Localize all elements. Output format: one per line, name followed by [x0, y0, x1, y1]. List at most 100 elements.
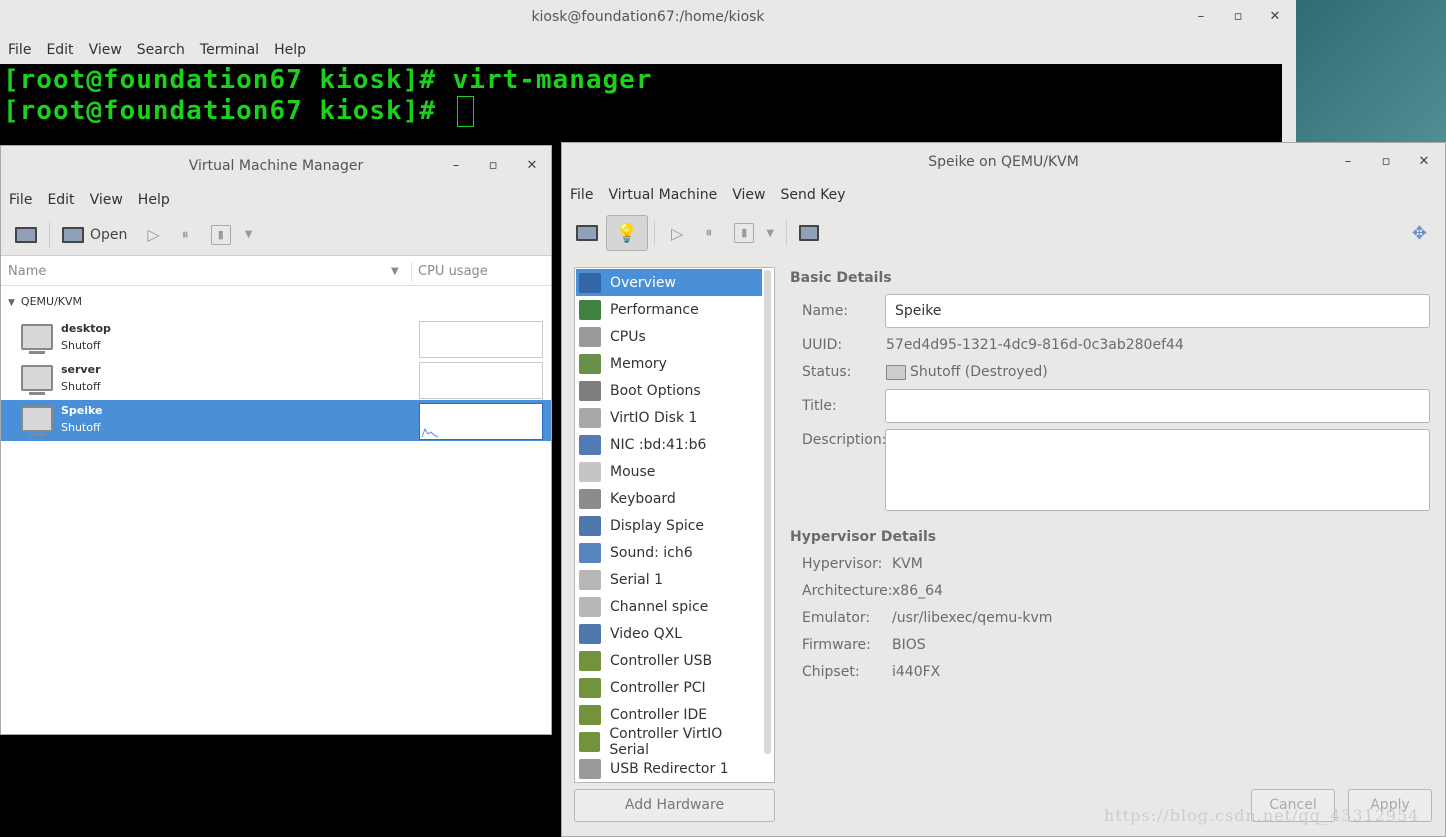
- name-field[interactable]: Speike: [885, 294, 1430, 328]
- hypervisor-field-label: Chipset:: [802, 664, 860, 680]
- maximize-icon[interactable]: ▫: [482, 146, 504, 186]
- hardware-item-video-qxl[interactable]: Video QXL: [576, 620, 762, 647]
- hardware-label: Controller VirtIO Serial: [609, 725, 723, 758]
- minimize-icon[interactable]: –: [445, 146, 467, 186]
- hardware-item-channel-spice[interactable]: Channel spice: [576, 593, 762, 620]
- column-name[interactable]: Name: [8, 258, 46, 286]
- title-field[interactable]: [885, 389, 1430, 423]
- add-hardware-button[interactable]: Add Hardware: [574, 789, 775, 822]
- hardware-item-keyboard[interactable]: Keyboard: [576, 485, 762, 512]
- menu-help[interactable]: Help: [274, 42, 306, 58]
- run-button[interactable]: ▷: [141, 220, 165, 250]
- details-button[interactable]: 💡: [606, 215, 648, 251]
- description-field[interactable]: [885, 429, 1430, 511]
- vm-row-selected[interactable]: Speike Shutoff: [1, 400, 551, 441]
- pause-button[interactable]: ⏸: [699, 218, 718, 248]
- chevron-down-icon: ▼: [244, 229, 253, 240]
- close-icon[interactable]: ✕: [521, 146, 543, 186]
- vm-row[interactable]: server Shutoff: [1, 359, 551, 400]
- hardware-item-controller-usb[interactable]: Controller USB: [576, 647, 762, 674]
- terminal-prompt: [root@foundation67 kiosk]#: [3, 96, 453, 126]
- hardware-icon: [579, 434, 601, 455]
- title-label: Title:: [802, 398, 837, 414]
- fullscreen-button[interactable]: ✥: [1406, 218, 1433, 248]
- shutdown-button[interactable]: ▮: [728, 218, 760, 248]
- close-icon[interactable]: ✕: [1264, 0, 1286, 34]
- vm-row[interactable]: desktop Shutoff: [1, 318, 551, 359]
- sort-chevron-icon[interactable]: ▼: [391, 258, 399, 286]
- details-title: Speike on QEMU/KVM: [562, 143, 1445, 181]
- hardware-item-mouse[interactable]: Mouse: [576, 458, 762, 485]
- menu-file[interactable]: File: [570, 187, 593, 203]
- hardware-icon: [579, 488, 601, 509]
- monitor-icon: [62, 226, 84, 243]
- open-button[interactable]: Open: [56, 220, 133, 250]
- hardware-item-controller-pci[interactable]: Controller PCI: [576, 674, 762, 701]
- hypervisor-field-value: /usr/libexec/qemu-kvm: [892, 610, 1053, 626]
- maximize-icon[interactable]: ▫: [1375, 143, 1397, 181]
- hardware-label: Serial 1: [610, 571, 663, 588]
- hardware-item-nic-bd-41-b6[interactable]: NIC :bd:41:b6: [576, 431, 762, 458]
- hardware-label: Keyboard: [610, 490, 676, 507]
- hardware-item-serial-1[interactable]: Serial 1: [576, 566, 762, 593]
- shutdown-menu-button[interactable]: ▼: [760, 218, 780, 248]
- hardware-icon: [579, 461, 601, 482]
- hypervisor-details-heading: Hypervisor Details: [790, 529, 937, 545]
- vm-status: Shutoff: [61, 421, 101, 434]
- shutdown-menu-button[interactable]: ▼: [239, 220, 259, 250]
- hardware-label: Memory: [610, 355, 667, 372]
- hardware-item-usb-redirector-1[interactable]: USB Redirector 1: [576, 755, 762, 782]
- hardware-icon: [579, 731, 601, 752]
- pause-button[interactable]: ⏸: [176, 220, 195, 250]
- uuid-value: 57ed4d95-1321-4dc9-816d-0c3ab280ef44: [886, 337, 1184, 353]
- hardware-item-sound-ich6[interactable]: Sound: ich6: [576, 539, 762, 566]
- hardware-item-display-spice[interactable]: Display Spice: [576, 512, 762, 539]
- hardware-item-virtio-disk-1[interactable]: VirtIO Disk 1: [576, 404, 762, 431]
- minimize-icon[interactable]: –: [1337, 143, 1359, 181]
- hardware-label: Display Spice: [610, 517, 705, 534]
- hardware-item-controller-virtio-serial[interactable]: Controller VirtIO Serial: [576, 725, 762, 758]
- menu-view[interactable]: View: [89, 42, 122, 58]
- snapshots-button[interactable]: [793, 218, 825, 248]
- menu-terminal[interactable]: Terminal: [200, 42, 259, 58]
- hardware-icon: [579, 704, 601, 725]
- hardware-list-scrollbar[interactable]: [764, 270, 771, 754]
- hardware-item-boot-options[interactable]: Boot Options: [576, 377, 762, 404]
- menu-file[interactable]: File: [8, 42, 31, 58]
- watermark: https://blog.csdn.net/qq_43312954: [1104, 806, 1420, 825]
- group-row[interactable]: ▼ QEMU/KVM: [8, 295, 82, 308]
- terminal-title: kiosk@foundation67:/home/kiosk: [0, 0, 1296, 34]
- maximize-icon[interactable]: ▫: [1227, 0, 1249, 34]
- shutdown-button[interactable]: ▮: [205, 220, 237, 250]
- vm-details-window: Speike on QEMU/KVM – ▫ ✕ File Virtual Ma…: [561, 142, 1446, 837]
- vm-name: Speike: [61, 404, 103, 417]
- hardware-item-memory[interactable]: Memory: [576, 350, 762, 377]
- hypervisor-field-value: x86_64: [892, 583, 943, 599]
- run-button[interactable]: ▷: [665, 218, 689, 248]
- menu-view[interactable]: View: [732, 187, 765, 203]
- menu-edit[interactable]: Edit: [47, 192, 74, 208]
- hardware-icon: [579, 596, 601, 617]
- hardware-icon: [579, 515, 601, 536]
- snapshot-icon: [799, 225, 820, 241]
- menu-send-key[interactable]: Send Key: [780, 187, 845, 203]
- status-value: Shutoff (Destroyed): [886, 364, 1048, 380]
- column-cpu-usage[interactable]: CPU usage: [418, 258, 488, 286]
- hardware-item-controller-ide[interactable]: Controller IDE: [576, 701, 762, 728]
- minimize-icon[interactable]: –: [1190, 0, 1212, 34]
- menu-help[interactable]: Help: [138, 192, 170, 208]
- menu-file[interactable]: File: [9, 192, 32, 208]
- hardware-item-overview[interactable]: Overview: [576, 269, 762, 296]
- menu-virtual-machine[interactable]: Virtual Machine: [608, 187, 717, 203]
- hardware-item-cpus[interactable]: CPUs: [576, 323, 762, 350]
- console-button[interactable]: [570, 218, 604, 248]
- close-icon[interactable]: ✕: [1413, 143, 1435, 181]
- pause-icon: ⏸: [181, 226, 189, 243]
- menu-search[interactable]: Search: [137, 42, 185, 58]
- hardware-item-performance[interactable]: Performance: [576, 296, 762, 323]
- cpu-usage-graph: [419, 403, 543, 440]
- menu-view[interactable]: View: [90, 192, 123, 208]
- menu-edit[interactable]: Edit: [46, 42, 73, 58]
- terminal-line: [root@foundation67 kiosk]#: [3, 96, 474, 127]
- new-vm-button[interactable]: [9, 220, 43, 250]
